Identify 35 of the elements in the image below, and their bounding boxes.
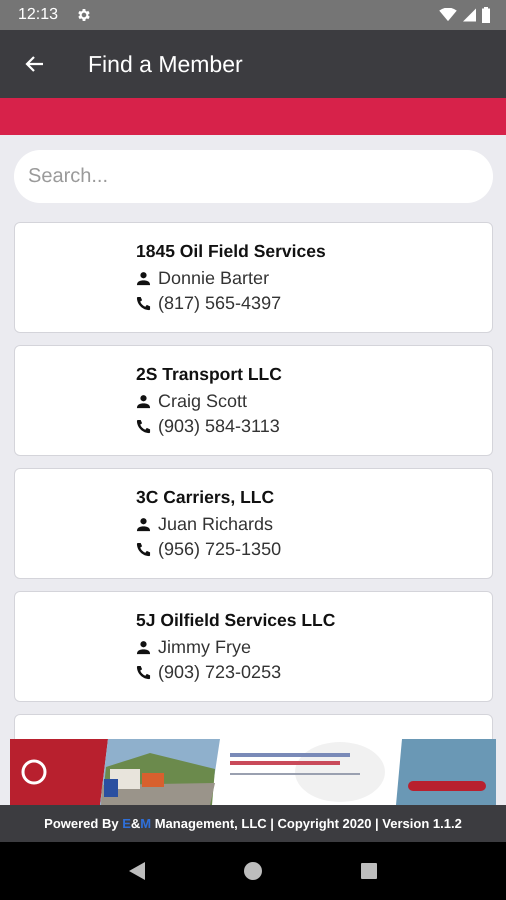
phone-icon xyxy=(136,542,151,557)
member-card[interactable]: 5J Oilfield Services LLC Jimmy Frye (903) 723-0253 xyxy=(14,591,493,702)
company-name: 3C Carriers, LLC xyxy=(136,487,276,508)
contact-name: Craig Scott xyxy=(158,391,248,412)
wifi-icon xyxy=(439,8,457,22)
search-field[interactable]: Search... xyxy=(14,150,493,203)
person-icon xyxy=(136,517,151,532)
phone-number[interactable]: (903) 584-3113 xyxy=(158,416,280,437)
member-card[interactable]: 2S Transport LLC Craig Scott (903) 584-3113 xyxy=(14,345,493,456)
screen-title: Find a Member xyxy=(88,50,243,78)
signal-icon xyxy=(463,8,476,22)
battery-icon xyxy=(482,7,490,23)
company-name: 2S Transport LLC xyxy=(136,364,282,385)
member-card[interactable]: 1845 Oil Field Services Donnie Barter (817) 565-4397 xyxy=(14,222,493,333)
phone-number[interactable]: (817) 565-4397 xyxy=(158,293,282,314)
person-icon xyxy=(136,640,151,655)
recents-icon[interactable] xyxy=(360,863,377,879)
company-name: 1845 Oil Field Services xyxy=(136,241,326,262)
clock: 12:13 xyxy=(18,6,58,24)
member-card[interactable]: 3C Carriers, LLC Juan Richards (956) 725-1350 xyxy=(14,468,493,579)
person-icon xyxy=(136,271,151,286)
contact-name: Juan Richards xyxy=(158,514,274,535)
contact-name: Jimmy Frye xyxy=(158,637,251,658)
back-icon[interactable] xyxy=(129,862,146,880)
phone-icon xyxy=(136,296,151,311)
phone-icon xyxy=(136,419,151,434)
phone-icon xyxy=(136,665,151,680)
contact-name: Donnie Barter xyxy=(158,268,270,289)
company-name: 5J Oilfield Services LLC xyxy=(136,610,336,631)
phone-number[interactable]: (956) 725-1350 xyxy=(158,539,282,560)
home-icon[interactable] xyxy=(244,862,262,880)
footer-text: Powered By E&M Management, LLC | Copyright 2020 | Version 1.1.2 xyxy=(44,816,462,831)
phone-number[interactable]: (903) 723-0253 xyxy=(158,662,282,683)
person-icon xyxy=(136,394,151,409)
settings-icon xyxy=(76,7,92,23)
